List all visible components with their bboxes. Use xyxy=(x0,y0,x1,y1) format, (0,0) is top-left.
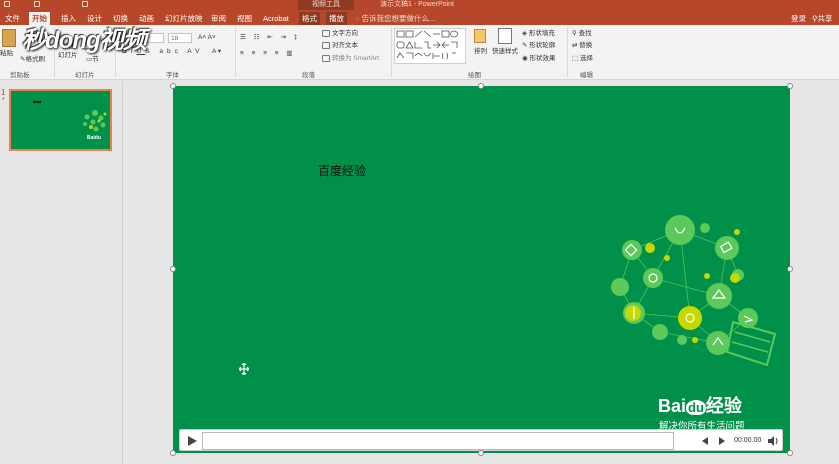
save-icon[interactable] xyxy=(4,1,10,7)
shapes-icons xyxy=(396,30,458,60)
volume-icon[interactable] xyxy=(767,435,779,447)
smartart-icon xyxy=(322,54,330,62)
lightbulb-network-graphic xyxy=(611,215,777,367)
align-buttons[interactable]: ≡ ≡ ≡ ≡ ▥ xyxy=(240,49,296,58)
magnifier-icon: ⚲ xyxy=(572,30,579,37)
tab-review[interactable]: 审阅 xyxy=(208,12,229,25)
font-group-label: 字体 xyxy=(166,72,179,79)
share-button[interactable]: ⚲共享 xyxy=(812,12,833,25)
find-button[interactable]: ⚲ 查找 xyxy=(572,29,592,38)
paste-button[interactable]: 粘贴 xyxy=(0,49,13,58)
quick-styles-button[interactable]: 快速样式 xyxy=(492,47,518,56)
resize-handle-bottom[interactable] xyxy=(478,450,484,456)
resize-handle-top[interactable] xyxy=(478,83,484,89)
media-time: 00:00.00 xyxy=(734,437,762,444)
resize-handle-bottom-right[interactable] xyxy=(787,450,793,456)
paragraph-group-label: 段落 xyxy=(302,72,315,79)
window-title: 演示文稿1 - PowerPoint xyxy=(380,1,454,8)
select-icon: ⬚ xyxy=(572,55,580,62)
quick-styles-icon xyxy=(498,28,512,44)
clipboard-group-label: 剪贴板 xyxy=(10,72,30,79)
baidu-paw-icon: du xyxy=(686,400,706,415)
slides-group-label: 幻灯片 xyxy=(75,72,95,79)
login-button[interactable]: 登录 xyxy=(791,12,806,25)
tab-view[interactable]: 视图 xyxy=(234,12,255,25)
mouse-cursor-icon xyxy=(239,363,249,375)
thumbnail-title-text xyxy=(33,101,41,103)
thumbnail-brand: Baidu xyxy=(87,135,101,141)
media-control-bar: 00:00.00 xyxy=(179,429,783,451)
paint-bucket-icon: ◈ xyxy=(522,30,529,37)
text-direction-button[interactable]: 文字方向 xyxy=(322,29,358,38)
shapes-gallery[interactable] xyxy=(394,28,466,64)
select-button[interactable]: ⬚ 选择 xyxy=(572,54,593,63)
arrange-button[interactable]: 排列 xyxy=(474,47,487,56)
slide-title-text[interactable]: 百度经验 xyxy=(318,162,366,179)
tab-file[interactable]: 文件 xyxy=(2,12,23,25)
group-divider xyxy=(391,28,392,77)
thumbnail-animation-marker: * xyxy=(2,97,5,104)
list-buttons[interactable]: ☰ ☷ ⇤ ⇥ ‡ xyxy=(240,33,300,42)
resize-handle-right[interactable] xyxy=(787,266,793,272)
font-size-box[interactable]: 18 xyxy=(168,33,192,43)
undo-icon[interactable] xyxy=(34,1,40,7)
slide-thumbnail-pane: 1 * Baidu xyxy=(0,81,123,464)
tab-acrobat[interactable]: Acrobat xyxy=(260,12,292,25)
replace-button[interactable]: ⇄ 替换 xyxy=(572,41,592,50)
thumbnail-number: 1 xyxy=(1,88,6,97)
section-button[interactable]: ▭节 xyxy=(86,55,99,64)
slideshow-start-icon[interactable] xyxy=(82,1,88,7)
align-text-button[interactable]: 对齐文本 xyxy=(322,41,358,50)
text-direction-icon xyxy=(322,29,330,37)
shape-fill-button[interactable]: ◈ 形状填充 xyxy=(522,29,555,38)
step-forward-icon[interactable] xyxy=(716,435,728,447)
paste-icon[interactable] xyxy=(2,29,16,47)
font-grow-icon[interactable]: A˄ A˅ xyxy=(198,33,216,42)
format-painter-button[interactable]: ✎格式刷 xyxy=(20,55,45,64)
media-progress-track[interactable] xyxy=(202,432,674,450)
font-color-icon[interactable]: A ▾ xyxy=(212,47,221,56)
editing-group-label: 编辑 xyxy=(580,72,593,79)
tab-slideshow[interactable]: 幻灯片放映 xyxy=(162,12,206,25)
shape-effects-button[interactable]: ◉ 形状效果 xyxy=(522,54,555,63)
thumbnail-bulb-graphic xyxy=(83,110,107,132)
group-divider xyxy=(235,28,236,77)
resize-handle-top-right[interactable] xyxy=(787,83,793,89)
play-icon[interactable] xyxy=(186,435,198,447)
resize-handle-top-left[interactable] xyxy=(170,83,176,89)
convert-smartart-button[interactable]: 转换为 SmartArt xyxy=(322,54,379,63)
group-divider xyxy=(567,28,568,77)
tell-me-search[interactable]: ◌ 告诉我您想要做什么... xyxy=(355,12,435,25)
arrange-icon xyxy=(474,29,486,43)
tab-playback[interactable]: 播放 xyxy=(326,12,347,25)
align-text-icon xyxy=(322,41,330,49)
context-tool-group: 视频工具 xyxy=(298,0,354,10)
slide-thumbnail[interactable]: Baidu xyxy=(9,89,112,151)
title-bar: 视频工具 演示文稿1 - PowerPoint xyxy=(0,0,839,10)
tab-format[interactable]: 格式 xyxy=(299,12,320,25)
shape-outline-button[interactable]: ✎ 形状轮廓 xyxy=(522,41,555,50)
drawing-group-label: 绘图 xyxy=(468,72,481,79)
step-back-icon[interactable] xyxy=(699,435,711,447)
resize-handle-bottom-left[interactable] xyxy=(170,450,176,456)
baidu-logo: Bai du 经验 xyxy=(658,396,742,416)
resize-handle-left[interactable] xyxy=(170,266,176,272)
video-watermark: 秒dong视频 xyxy=(22,27,147,54)
